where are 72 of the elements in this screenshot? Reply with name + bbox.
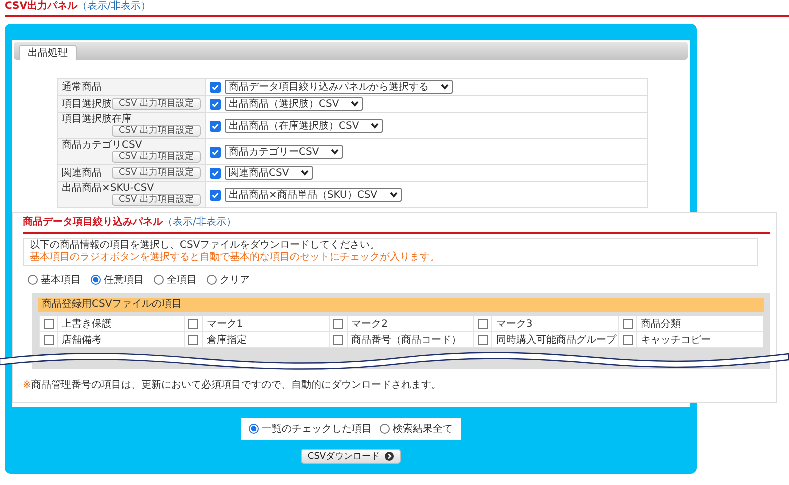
radio-label[interactable]: 全項目: [167, 273, 197, 287]
table-cell: マーク1: [202, 316, 329, 332]
radio-button[interactable]: [154, 275, 164, 285]
checkbox[interactable]: [622, 334, 633, 344]
dropdown[interactable]: 出品商品×商品単品（SKU）CSV: [225, 188, 402, 202]
radio-button[interactable]: [91, 275, 101, 285]
caret-icon: [441, 84, 450, 90]
panel-title: 商品データ項目絞り込みパネル: [23, 217, 163, 228]
checkbox[interactable]: [478, 318, 488, 328]
dropdown[interactable]: 関連商品CSV: [225, 166, 314, 180]
note-text: ※商品管理番号の項目は、更新において必須項目ですので、自動的にダウンロードされます。: [23, 378, 442, 392]
table-cell: 商品分類: [636, 316, 763, 332]
table-cell: マーク2: [346, 316, 474, 332]
row-label: 関連商品: [62, 168, 102, 179]
caret-icon: [390, 192, 398, 198]
settings-button[interactable]: CSV 出力項目設定: [112, 194, 202, 206]
checkbox[interactable]: [44, 318, 54, 328]
caret-icon: [331, 148, 340, 154]
checkbox[interactable]: [333, 318, 344, 328]
checkbox[interactable]: [210, 99, 222, 110]
arrow-icon: [385, 452, 394, 461]
checkbox[interactable]: [478, 334, 488, 344]
checkbox[interactable]: [188, 318, 198, 328]
panel-title: CSV出力パネル: [5, 1, 78, 12]
row-label: 通常商品: [62, 82, 102, 93]
row-label: 出品商品×SKU-CSV: [62, 183, 154, 194]
radio-button[interactable]: [380, 424, 390, 434]
group-title: 商品登録用CSVファイルの項目: [38, 298, 764, 312]
info-text: 基本項目のラジオボタンを選択すると自動で基本的な項目のセットにチェックが入ります。: [30, 252, 441, 264]
radio-label[interactable]: 基本項目: [41, 273, 81, 287]
radio-label[interactable]: 検索結果全て: [393, 422, 453, 436]
table-cell: 同時購入可能商品グループ: [491, 332, 618, 348]
radio-button[interactable]: [207, 275, 217, 285]
radio-label[interactable]: 任意項目: [104, 273, 144, 287]
dropdown[interactable]: 出品商品（選択肢）CSV: [225, 97, 364, 111]
table-cell: キャッチコピー: [636, 332, 763, 348]
dropdown[interactable]: 商品データ項目絞り込みパネルから選択する: [225, 80, 454, 94]
caret-icon: [301, 170, 310, 176]
settings-button[interactable]: CSV 出力項目設定: [112, 167, 202, 179]
radio-label[interactable]: クリア: [220, 273, 250, 287]
settings-button[interactable]: CSV 出力項目設定: [112, 151, 202, 163]
radio-button[interactable]: [249, 424, 259, 434]
radio-button[interactable]: [28, 275, 38, 285]
table-cell: 店舗備考: [57, 332, 184, 348]
table-cell: マーク3: [491, 316, 618, 332]
toggle-link[interactable]: （表示/非表示）: [77, 1, 151, 12]
checkbox[interactable]: [210, 82, 222, 93]
dropdown[interactable]: 出品商品（在庫選択肢）CSV: [225, 118, 384, 132]
table-cell: 倉庫指定: [202, 332, 329, 348]
checkbox[interactable]: [210, 190, 222, 200]
checkbox[interactable]: [210, 120, 222, 132]
download-button[interactable]: CSVダウンロード: [300, 449, 402, 464]
caret-icon: [371, 122, 380, 128]
settings-button[interactable]: CSV 出力項目設定: [112, 98, 202, 110]
tab[interactable]: 出品処理: [19, 45, 77, 60]
info-text: 以下の商品情報の項目を選択し、CSVファイルをダウンロードしてください。: [30, 240, 382, 252]
checkbox[interactable]: [210, 146, 222, 158]
checkbox[interactable]: [188, 334, 198, 344]
row-label: 項目選択肢: [62, 99, 112, 110]
caret-icon: [351, 101, 360, 107]
table-cell: 商品番号（商品コード）: [346, 332, 474, 348]
row-label: 商品カテゴリCSV: [62, 140, 142, 151]
toggle-link[interactable]: （表示/非表示）: [163, 217, 236, 228]
radio-label[interactable]: 一覧のチェックした項目: [262, 422, 372, 436]
table-cell: 上書き保護: [57, 316, 184, 332]
dropdown[interactable]: 商品カテゴリーCSV: [225, 144, 344, 158]
checkbox[interactable]: [333, 334, 344, 344]
row-label: 項目選択肢在庫: [62, 114, 132, 125]
checkbox[interactable]: [44, 334, 54, 344]
settings-button[interactable]: CSV 出力項目設定: [112, 125, 202, 137]
checkbox[interactable]: [622, 318, 633, 328]
checkbox[interactable]: [210, 168, 222, 179]
